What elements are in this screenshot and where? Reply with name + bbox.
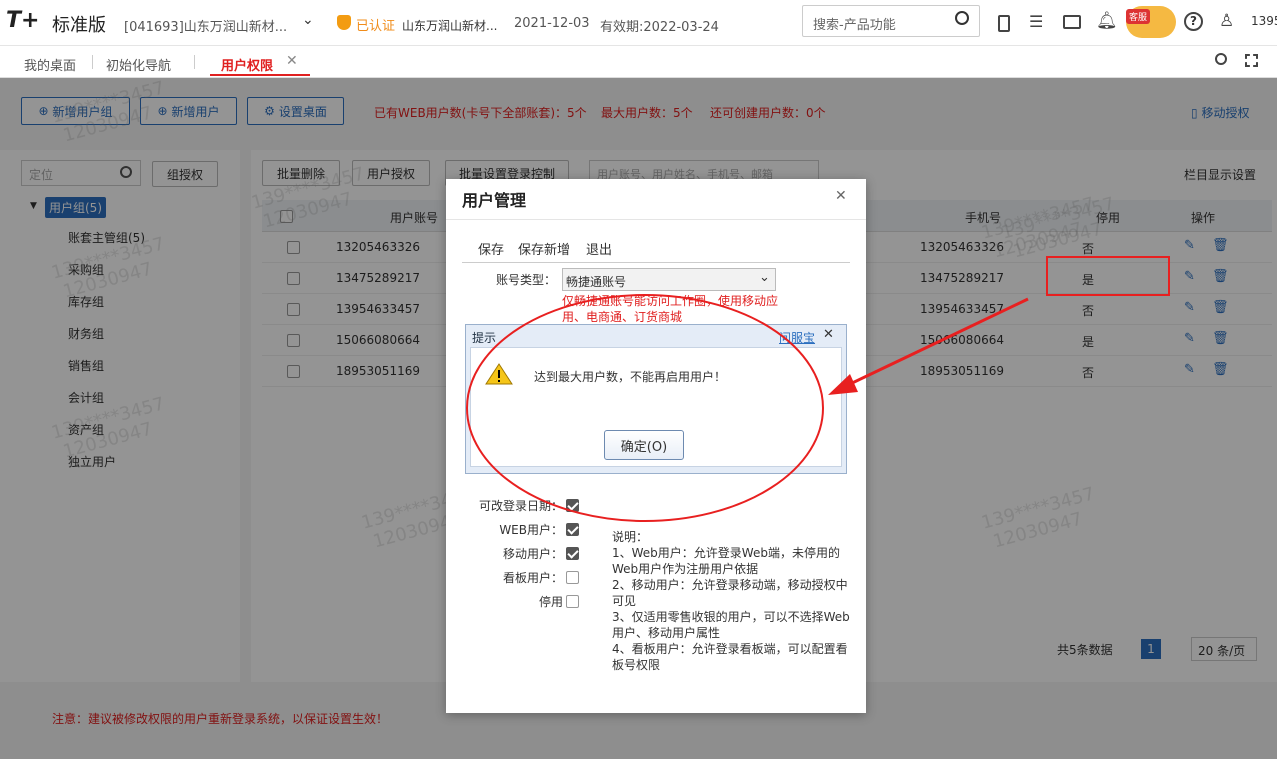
highlight-ellipse	[466, 294, 824, 522]
annotation-arrow-head	[828, 374, 858, 395]
annotation-layer	[466, 256, 1170, 522]
annotation-arrow-line	[847, 297, 1029, 387]
highlight-box	[1046, 256, 1170, 296]
